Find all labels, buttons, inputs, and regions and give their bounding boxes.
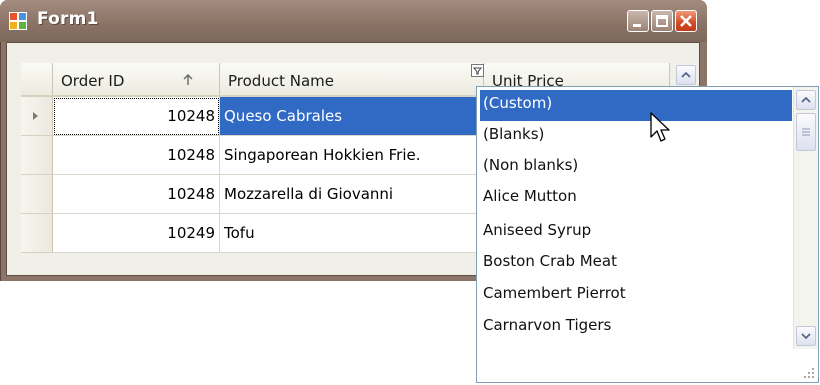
row-header[interactable]	[21, 175, 53, 214]
filter-option-value[interactable]: Boston Crab Meat	[480, 248, 792, 279]
corner-header[interactable]	[21, 63, 53, 97]
filter-option-value[interactable]: Alice Mutton	[480, 183, 792, 214]
resize-grip-icon[interactable]	[802, 366, 816, 380]
row-indicator-icon	[33, 112, 38, 120]
grid-scroll-up-button[interactable]	[676, 65, 696, 85]
sort-ascending-icon	[183, 74, 193, 85]
filter-dropdown[interactable]: (Custom) (Blanks) (Non blanks) Alice Mut…	[476, 86, 819, 383]
maximize-icon	[656, 15, 668, 27]
mouse-pointer-icon	[650, 112, 670, 142]
close-button[interactable]	[675, 10, 697, 32]
product-name-cell[interactable]: Queso Cabrales	[220, 97, 484, 136]
row-header[interactable]	[21, 136, 53, 175]
filter-icon[interactable]	[471, 64, 485, 78]
window-title: Form1	[37, 9, 99, 29]
filter-option-custom[interactable]: (Custom)	[480, 90, 792, 121]
order-id-cell[interactable]: 10248	[53, 136, 220, 175]
row-header[interactable]	[21, 97, 53, 136]
product-name-cell[interactable]: Mozzarella di Giovanni	[220, 175, 484, 214]
chevron-down-icon	[801, 333, 811, 340]
grip-lines-icon	[802, 128, 810, 136]
row-header[interactable]	[21, 214, 53, 253]
filter-option-value[interactable]: Aniseed Syrup	[480, 217, 792, 248]
scroll-thumb[interactable]	[796, 113, 816, 151]
filter-option-value[interactable]: Carnarvon Tigers	[480, 312, 792, 343]
product-name-cell[interactable]: Singaporean Hokkien Frie.	[220, 136, 484, 175]
scroll-down-button[interactable]	[796, 326, 816, 346]
title-bar[interactable]: Form1	[0, 0, 707, 42]
dropdown-scrollbar[interactable]	[793, 87, 818, 349]
order-id-cell[interactable]: 10248	[53, 175, 220, 214]
column-header-label: Product Name	[228, 72, 334, 90]
filter-option-value[interactable]: Camembert Pierrot	[480, 280, 792, 311]
order-id-cell[interactable]: 10249	[53, 214, 220, 253]
chevron-up-icon	[801, 96, 811, 103]
filter-option-non-blanks[interactable]: (Non blanks)	[480, 152, 792, 183]
column-header-order-id[interactable]: Order ID	[53, 63, 220, 97]
column-header-label: Order ID	[61, 72, 125, 90]
minimize-icon	[633, 24, 641, 27]
product-name-cell[interactable]: Tofu	[220, 214, 484, 253]
chevron-up-icon	[681, 71, 691, 78]
column-header-product-name[interactable]: Product Name	[220, 63, 484, 97]
scroll-up-button[interactable]	[796, 90, 816, 110]
filter-option-blanks[interactable]: (Blanks)	[480, 121, 792, 152]
minimize-button[interactable]	[627, 10, 649, 32]
form-app-icon	[9, 12, 27, 30]
close-icon	[680, 15, 692, 27]
maximize-button[interactable]	[651, 10, 673, 32]
order-id-cell[interactable]: 10248	[53, 97, 220, 136]
